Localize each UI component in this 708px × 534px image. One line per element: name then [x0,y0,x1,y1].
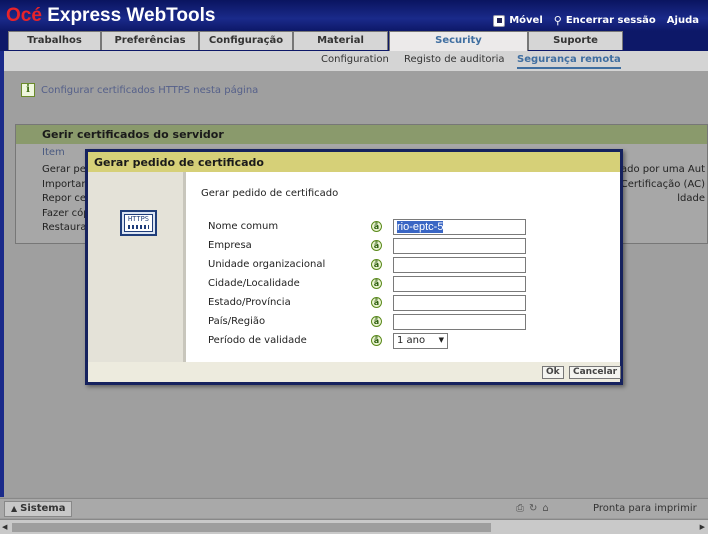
required-icon: å [371,278,382,289]
field-row-common-name: Nome comum å rio-eptc-5 [208,219,528,235]
scrollbar-thumb[interactable] [12,523,491,532]
field-row-validity: Período de validade å 1 ano ▼ [208,333,528,349]
status-bar: ▲ Sistema ⎙ ↻ ⌂ Pronta para imprimir [0,498,708,518]
column-header-item: Item [42,147,65,158]
main-tabs: Trabalhos Preferências Configuração Mate… [0,31,708,51]
mobile-icon [493,14,506,27]
required-icon: å [371,297,382,308]
app-header: Océ Express WebTools Móvel ⚲ Encerrar se… [0,0,708,31]
panel-title: Gerir certificados do servidor [16,125,707,144]
expand-icon: ▲ [11,504,18,513]
chevron-down-icon: ▼ [438,336,444,344]
mobile-link[interactable]: Móvel [493,14,543,27]
https-certificate-icon: HTTPS [120,210,157,236]
horizontal-scrollbar[interactable]: ◀ ▶ [0,519,708,534]
field-row-country: País/Região å [208,314,528,330]
subnav-remote-security[interactable]: Segurança remota [517,54,621,69]
field-label: Unidade organizacional [208,259,326,270]
brand-name: Express WebTools [41,5,216,26]
printer-icon[interactable]: ⎙ [516,503,524,514]
field-label: Período de validade [208,335,307,346]
tab-material[interactable]: Material [293,31,388,50]
generate-certificate-dialog: Gerar pedido de certificado HTTPS Gerar … [85,149,623,385]
refresh-icon[interactable]: ↻ [529,503,537,514]
app-logo: Océ Express WebTools [6,5,215,27]
city-input[interactable] [393,276,526,292]
validity-period-select[interactable]: 1 ano ▼ [393,333,448,349]
row-description: e Certificação (AC) [611,179,705,190]
validity-value: 1 ano [397,335,426,346]
logout-label: Encerrar sessão [565,15,656,26]
field-label: Estado/Província [208,297,291,308]
info-text: Configurar certificados HTTPS nesta pági… [41,84,259,96]
field-row-org-unit: Unidade organizacional å [208,257,528,273]
field-label: Cidade/Localidade [208,278,300,289]
brand-prefix: Océ [6,5,42,26]
logout-link[interactable]: ⚲ Encerrar sessão [554,14,656,27]
system-label: Sistema [20,503,66,514]
country-input[interactable] [393,314,526,330]
field-label: País/Região [208,316,266,327]
field-row-state: Estado/Província å [208,295,528,311]
tab-security[interactable]: Security [389,31,528,51]
list-item[interactable]: Repor cer [42,193,90,204]
required-icon: å [371,259,382,270]
scroll-left-icon[interactable]: ◀ [2,523,7,531]
tab-configuracao[interactable]: Configuração [199,31,293,50]
ok-button[interactable]: Ok [542,366,564,379]
list-item[interactable]: Restaurar [42,222,91,233]
system-panel-toggle[interactable]: ▲ Sistema [4,501,73,517]
dialog-title: Gerar pedido de certificado [88,152,620,172]
dialog-sidebar: HTTPS [88,172,186,362]
org-unit-input[interactable] [393,257,526,273]
state-input[interactable] [393,295,526,311]
mobile-label: Móvel [509,15,543,26]
logout-icon: ⚲ [553,14,562,27]
top-links: Móvel ⚲ Encerrar sessão Ajuda [493,14,699,27]
field-row-city: Cidade/Localidade å [208,276,528,292]
subnav-configuration[interactable]: Configuration [321,54,389,65]
field-label: Nome comum [208,221,279,232]
https-icon-text: HTTPS [127,215,150,223]
tab-suporte[interactable]: Suporte [528,31,623,50]
tab-preferencias[interactable]: Preferências [101,31,199,50]
required-icon: å [371,335,382,346]
tab-trabalhos[interactable]: Trabalhos [8,31,101,50]
sub-navigation: Configuration Registo de auditoria Segur… [4,51,708,71]
list-item[interactable]: Importar [42,179,85,190]
field-row-company: Empresa å [208,238,528,254]
row-description: ldade [677,193,705,204]
dialog-heading: Gerar pedido de certificado [201,188,339,199]
required-icon: å [371,240,382,251]
company-input[interactable] [393,238,526,254]
printer-status: Pronta para imprimir [593,503,697,514]
required-icon: å [371,221,382,232]
cancel-button[interactable]: Cancelar [569,366,622,379]
scroll-right-icon[interactable]: ▶ [700,523,705,531]
status-icons: ⎙ ↻ ⌂ [516,503,549,514]
field-label: Empresa [208,240,252,251]
dialog-body: HTTPS Gerar pedido de certificado Nome c… [88,172,620,362]
dialog-footer: Ok Cancelar [88,362,622,382]
common-name-input[interactable]: rio-eptc-5 [393,219,526,235]
scanner-icon[interactable]: ⌂ [542,503,548,514]
required-icon: å [371,316,382,327]
info-icon: i [21,83,35,97]
subnav-audit-log[interactable]: Registo de auditoria [404,54,505,65]
help-link[interactable]: Ajuda [667,14,699,27]
list-item[interactable]: Fazer cóp [42,208,90,219]
info-message: i Configurar certificados HTTPS nesta pá… [21,83,258,97]
